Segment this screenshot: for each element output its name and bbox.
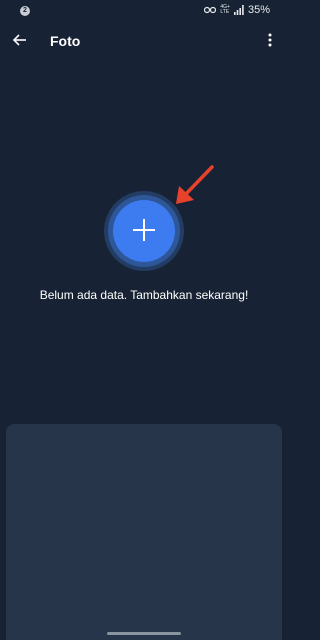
plus-icon [131,217,157,246]
status-bar: 2 4G+ LTE 35% [0,0,288,22]
back-button[interactable] [8,30,32,54]
home-indicator[interactable] [107,632,181,635]
add-photo-button[interactable] [113,200,175,262]
annotation-arrow-icon [176,165,214,204]
app-bar: Foto [0,22,288,62]
battery-percent: 35% [247,4,270,16]
notification-badge: 2 [20,6,30,16]
more-vert-icon [268,33,272,52]
page-title: Foto [50,33,81,49]
add-button-halo-inner [108,195,180,267]
arrow-back-icon [12,33,27,51]
more-options-button[interactable] [258,30,282,54]
network-type-label: 4G+ LTE [220,4,230,15]
status-icons: 4G+ LTE 35% [204,4,270,16]
empty-state-message: Belum ada data. Tambahkan sekarang! [39,288,249,302]
key-icon [204,6,217,14]
signal-icon [233,5,244,15]
screen: 2 4G+ LTE 35% Foto Belum ada data. Tamba… [0,0,288,640]
bottom-panel [6,424,282,640]
